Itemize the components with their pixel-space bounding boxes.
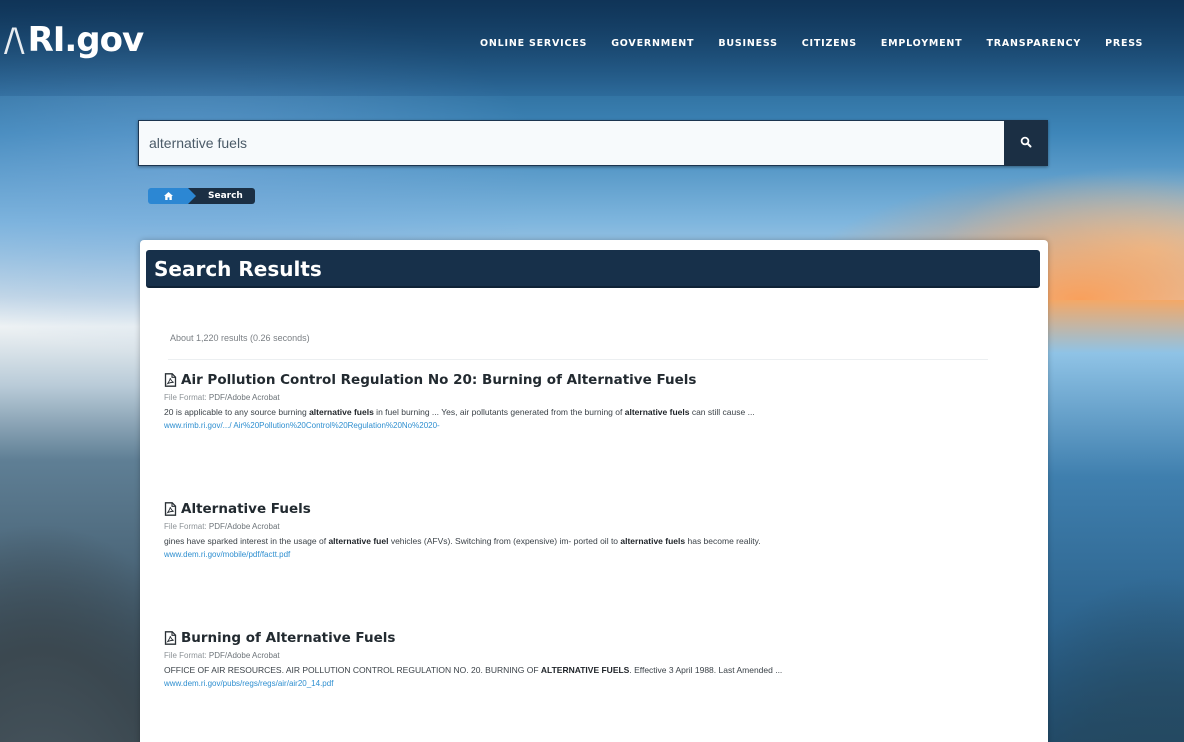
result-snippet: gines have sparked interest in the usage… — [164, 534, 1024, 548]
snippet-text: has become reality. — [685, 536, 761, 546]
nav-government[interactable]: GOVERNMENT — [611, 38, 694, 49]
result-title-text: Burning of Alternative Fuels — [181, 630, 396, 646]
file-format-value: PDF/Adobe Acrobat — [208, 393, 280, 402]
snippet-highlight: alternative fuels — [624, 407, 690, 417]
snippet-text: in fuel burning ... Yes, air pollutants … — [373, 407, 625, 417]
snippet-text: gines have sparked interest in the usage… — [164, 536, 329, 546]
pdf-file-icon — [164, 631, 177, 645]
snippet-highlight: alternative fuels — [309, 407, 374, 417]
home-icon — [163, 187, 173, 205]
nav-employment[interactable]: EMPLOYMENT — [881, 38, 963, 49]
snippet-text: vehicles (AFVs). Switching from (expensi… — [388, 536, 621, 546]
search-results-panel: Search Results About 1,220 results (0.26… — [140, 240, 1048, 742]
nav-business[interactable]: BUSINESS — [718, 38, 777, 49]
search-button[interactable] — [1004, 120, 1048, 166]
top-navigation-bar: /\ RI.gov ONLINE SERVICES GOVERNMENT BUS… — [0, 0, 1184, 96]
nav-transparency[interactable]: TRANSPARENCY — [986, 38, 1081, 49]
file-format-label: File Format: — [164, 393, 207, 402]
result-snippet: 20 is applicable to any source burning a… — [164, 405, 1024, 419]
search-result-item: Air Pollution Control Regulation No 20: … — [164, 372, 1024, 430]
snippet-highlight: alternative fuels — [620, 536, 686, 546]
logo-text: RI.gov — [27, 20, 145, 60]
search-result-item: Alternative Fuels File Format: PDF/Adobe… — [164, 501, 1024, 559]
file-format-value: PDF/Adobe Acrobat — [208, 522, 280, 531]
pdf-file-icon — [164, 373, 177, 387]
snippet-text: OFFICE OF AIR RESOURCES. AIR POLLUTION C… — [164, 665, 541, 675]
nav-citizens[interactable]: CITIZENS — [802, 38, 857, 49]
snippet-text: . Effective 3 April 1988. Last Amended .… — [629, 665, 783, 675]
pdf-file-icon — [164, 502, 177, 516]
result-title-link[interactable]: Air Pollution Control Regulation No 20: … — [164, 372, 1024, 388]
file-format: File Format: PDF/Adobe Acrobat — [164, 522, 1024, 531]
search-icon — [1020, 136, 1032, 151]
snippet-text: 20 is applicable to any source burning — [164, 407, 310, 417]
result-url[interactable]: www.rimb.ri.gov/.../ Air%20Pollution%20C… — [164, 421, 1024, 430]
main-nav: ONLINE SERVICES GOVERNMENT BUSINESS CITI… — [480, 38, 1167, 49]
site-logo[interactable]: /\ RI.gov — [4, 20, 145, 60]
nav-press[interactable]: PRESS — [1105, 38, 1143, 49]
file-format: File Format: PDF/Adobe Acrobat — [164, 393, 1024, 402]
breadcrumb: Search — [148, 188, 255, 204]
search-bar — [138, 120, 1048, 166]
search-input[interactable] — [138, 120, 1004, 166]
result-snippet: OFFICE OF AIR RESOURCES. AIR POLLUTION C… — [164, 663, 1024, 677]
result-title-text: Air Pollution Control Regulation No 20: … — [181, 372, 697, 388]
file-format-label: File Format: — [164, 651, 207, 660]
snippet-highlight: alternative fuel — [328, 536, 389, 546]
breadcrumb-home[interactable] — [148, 187, 196, 205]
results-title: Search Results — [154, 257, 322, 281]
file-format-value: PDF/Adobe Acrobat — [208, 651, 280, 660]
result-count: About 1,220 results (0.26 seconds) — [170, 333, 310, 343]
result-title-link[interactable]: Burning of Alternative Fuels — [164, 630, 1024, 646]
search-result-item: Burning of Alternative Fuels File Format… — [164, 630, 1024, 688]
result-url[interactable]: www.dem.ri.gov/mobile/pdf/factt.pdf — [164, 550, 1024, 559]
breadcrumb-current: Search — [188, 188, 255, 204]
result-title-text: Alternative Fuels — [181, 501, 311, 517]
logo-mark: /\ — [4, 21, 25, 59]
results-header: Search Results — [146, 250, 1040, 288]
nav-online-services[interactable]: ONLINE SERVICES — [480, 38, 587, 49]
file-format: File Format: PDF/Adobe Acrobat — [164, 651, 1024, 660]
result-title-link[interactable]: Alternative Fuels — [164, 501, 1024, 517]
file-format-label: File Format: — [164, 522, 207, 531]
snippet-text: can still cause ... — [689, 407, 755, 417]
snippet-highlight: ALTERNATIVE FUELS — [540, 665, 630, 675]
result-url[interactable]: www.dem.ri.gov/pubs/regs/regs/air/air20_… — [164, 679, 1024, 688]
divider — [168, 359, 988, 360]
